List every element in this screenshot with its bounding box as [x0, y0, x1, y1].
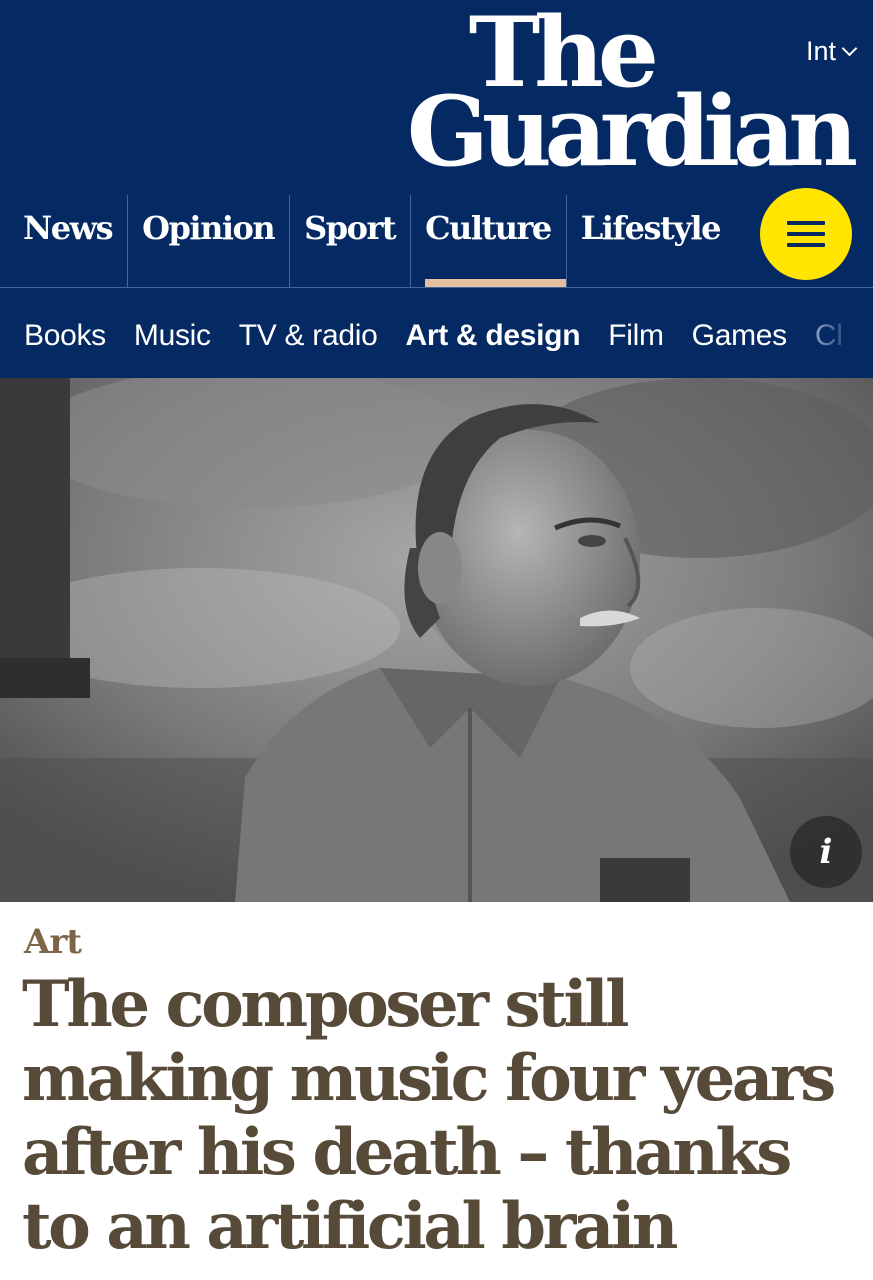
culture-subnav: Books Music TV & radio Art & design Film…: [0, 287, 873, 378]
composer-portrait: [0, 378, 873, 902]
logo-line-2: Guardian: [406, 74, 858, 188]
masthead: Int The Guardian News Opinion Sport Cult…: [0, 0, 873, 287]
menu-button[interactable]: [760, 188, 852, 280]
info-icon: i: [819, 832, 833, 872]
pillar-nav: News Opinion Sport Culture Lifestyle: [0, 195, 735, 287]
subnav-music[interactable]: Music: [134, 319, 211, 353]
subnav-books[interactable]: Books: [24, 319, 106, 353]
subnav-tv-radio[interactable]: TV & radio: [239, 319, 378, 353]
main-photo: [0, 378, 873, 902]
pillar-lifestyle[interactable]: Lifestyle: [565, 195, 735, 287]
subnav-games[interactable]: Games: [692, 319, 788, 353]
subnav-fade: [813, 288, 873, 378]
subnav-film[interactable]: Film: [608, 319, 664, 353]
section-kicker[interactable]: Art: [24, 922, 82, 962]
pillar-culture[interactable]: Culture: [410, 195, 566, 287]
pillar-news[interactable]: News: [0, 195, 127, 287]
pillar-opinion[interactable]: Opinion: [127, 195, 289, 287]
pillar-sport[interactable]: Sport: [289, 195, 410, 287]
subnav-art-design[interactable]: Art & design: [405, 319, 580, 353]
article-headline: The composer still making music four yea…: [22, 967, 836, 1264]
image-info-button[interactable]: i: [790, 816, 862, 888]
guardian-logo[interactable]: The Guardian: [406, 5, 858, 188]
